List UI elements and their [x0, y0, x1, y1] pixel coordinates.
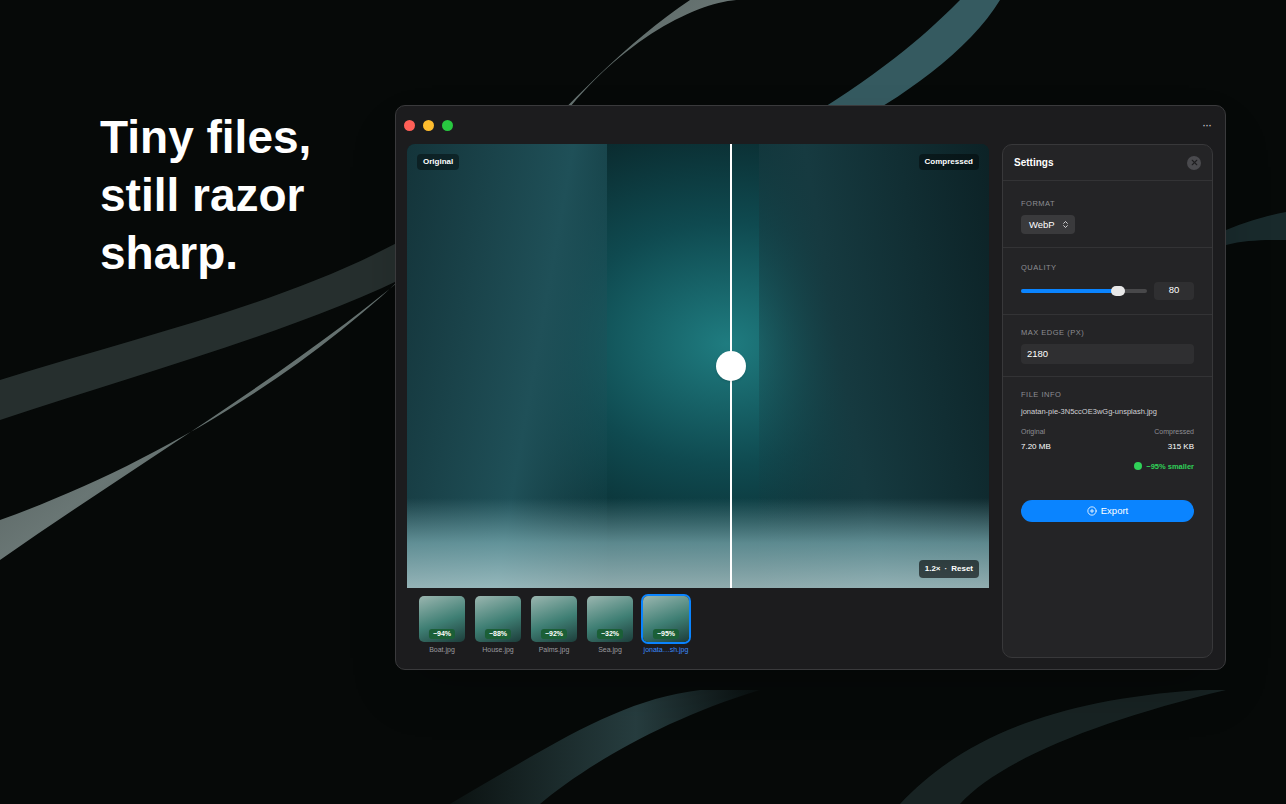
- savings-dot-icon: [1134, 462, 1142, 470]
- zoom-badge: 1.2× ·Reset: [919, 560, 979, 578]
- quality-label: QUALITY: [1021, 262, 1194, 273]
- app-window: ··· Original Compressed 1.2× ·Reset −94% Boat.…: [395, 105, 1226, 670]
- quality-slider-fill: [1021, 289, 1118, 293]
- main-column: Original Compressed 1.2× ·Reset −94% Boat.jpg…: [407, 144, 989, 658]
- headline: Tiny files,still razorsharp.: [100, 108, 311, 282]
- file-info-label: FILE INFO: [1021, 389, 1194, 400]
- compressed-label: Compressed: [919, 154, 979, 170]
- format-label: FORMAT: [1021, 198, 1194, 209]
- file-sizes: Original 7.20 MB Compressed 315 KB: [1021, 427, 1194, 453]
- quality-row: 80: [1021, 282, 1194, 300]
- format-section: FORMAT WebP: [1003, 181, 1212, 248]
- settings-panel: Settings FORMAT WebP QUALITY 80 MAX EDGE (PX)…: [1002, 144, 1213, 658]
- thumbnail-name: House.jpg: [482, 645, 514, 655]
- compressed-size-label: Compressed: [1154, 427, 1194, 438]
- export-icon: [1087, 506, 1097, 516]
- close-icon: [1190, 158, 1199, 167]
- headline-line: sharp.: [100, 224, 311, 282]
- thumbnail-image: −32%: [587, 596, 633, 642]
- thumbnail-badge: −92%: [541, 629, 567, 639]
- format-value: WebP: [1029, 218, 1055, 232]
- thumbnail[interactable]: −94% Boat.jpg: [414, 596, 470, 655]
- quality-slider-thumb[interactable]: [1111, 286, 1125, 296]
- thumbnail[interactable]: −32% Sea.jpg: [582, 596, 638, 655]
- compare-view[interactable]: Original Compressed 1.2× ·Reset: [407, 144, 989, 588]
- export-button[interactable]: Export: [1021, 500, 1194, 522]
- original-size-label: Original: [1021, 427, 1051, 438]
- zoom-level: 1.2×: [925, 563, 941, 575]
- settings-header: Settings: [1003, 145, 1212, 181]
- savings-text: −95% smaller: [1146, 461, 1194, 472]
- file-name: jonatan-pie-3N5ccOE3wGg-unsplash.jpg: [1021, 406, 1194, 417]
- max-edge-label: MAX EDGE (PX): [1021, 327, 1194, 338]
- headline-line: Tiny files,: [100, 108, 311, 166]
- reset-button[interactable]: Reset: [951, 563, 973, 575]
- title-bar: ···: [396, 106, 1225, 144]
- export-label: Export: [1101, 504, 1128, 518]
- traffic-lights: [404, 120, 453, 131]
- original-label: Original: [417, 154, 459, 170]
- window-body: Original Compressed 1.2× ·Reset −94% Boat.jpg…: [396, 144, 1225, 658]
- thumbnail-name: Palms.jpg: [539, 645, 570, 655]
- thumbnail-badge: −95%: [653, 629, 679, 639]
- thumbnail-image: −92%: [531, 596, 577, 642]
- original-size-block: Original 7.20 MB: [1021, 427, 1051, 453]
- thumbnail-badge: −94%: [429, 629, 455, 639]
- file-info-section: FILE INFO jonatan-pie-3N5ccOE3wGg-unsplas…: [1003, 377, 1212, 522]
- page: Tiny files,still razorsharp. ··· Original C…: [0, 0, 1286, 804]
- thumbnail-name: Boat.jpg: [429, 645, 455, 655]
- max-edge-input[interactable]: 2180: [1021, 344, 1194, 364]
- thumbnail[interactable]: −92% Palms.jpg: [526, 596, 582, 655]
- quality-slider[interactable]: [1021, 289, 1147, 293]
- max-edge-section: MAX EDGE (PX) 2180: [1003, 315, 1212, 377]
- thumbnail[interactable]: −95% jonata…sh.jpg: [638, 596, 694, 655]
- thumbnail-strip: −94% Boat.jpg −88% House.jpg −92% Palms.jpg −3…: [407, 588, 989, 655]
- compressed-size-block: Compressed 315 KB: [1154, 427, 1194, 453]
- thumbnail-image: −88%: [475, 596, 521, 642]
- snow-ground: [407, 498, 989, 588]
- zoom-separator: ·: [945, 563, 948, 575]
- savings: −95% smaller: [1134, 461, 1194, 472]
- quality-value[interactable]: 80: [1154, 282, 1194, 300]
- thumbnail-badge: −88%: [485, 629, 511, 639]
- thumbnail-name: Sea.jpg: [598, 645, 622, 655]
- headline-line: still razor: [100, 166, 311, 224]
- format-select[interactable]: WebP: [1021, 215, 1075, 234]
- minimize-window-icon[interactable]: [423, 120, 434, 131]
- more-menu-icon[interactable]: ···: [1202, 119, 1211, 131]
- split-handle[interactable]: [716, 351, 746, 381]
- thumbnail-name: jonata…sh.jpg: [644, 645, 689, 655]
- close-window-icon[interactable]: [404, 120, 415, 131]
- compressed-size: 315 KB: [1168, 441, 1194, 453]
- thumbnail-image: −94%: [419, 596, 465, 642]
- chevron-updown-icon: [1061, 220, 1070, 229]
- thumbnail[interactable]: −88% House.jpg: [470, 596, 526, 655]
- zoom-window-icon[interactable]: [442, 120, 453, 131]
- thumbnail-badge: −32%: [597, 629, 623, 639]
- close-settings-button[interactable]: [1187, 156, 1201, 170]
- thumbnail-image: −95%: [643, 596, 689, 642]
- settings-title: Settings: [1014, 155, 1053, 170]
- quality-section: QUALITY 80: [1003, 248, 1212, 314]
- original-size: 7.20 MB: [1021, 441, 1051, 453]
